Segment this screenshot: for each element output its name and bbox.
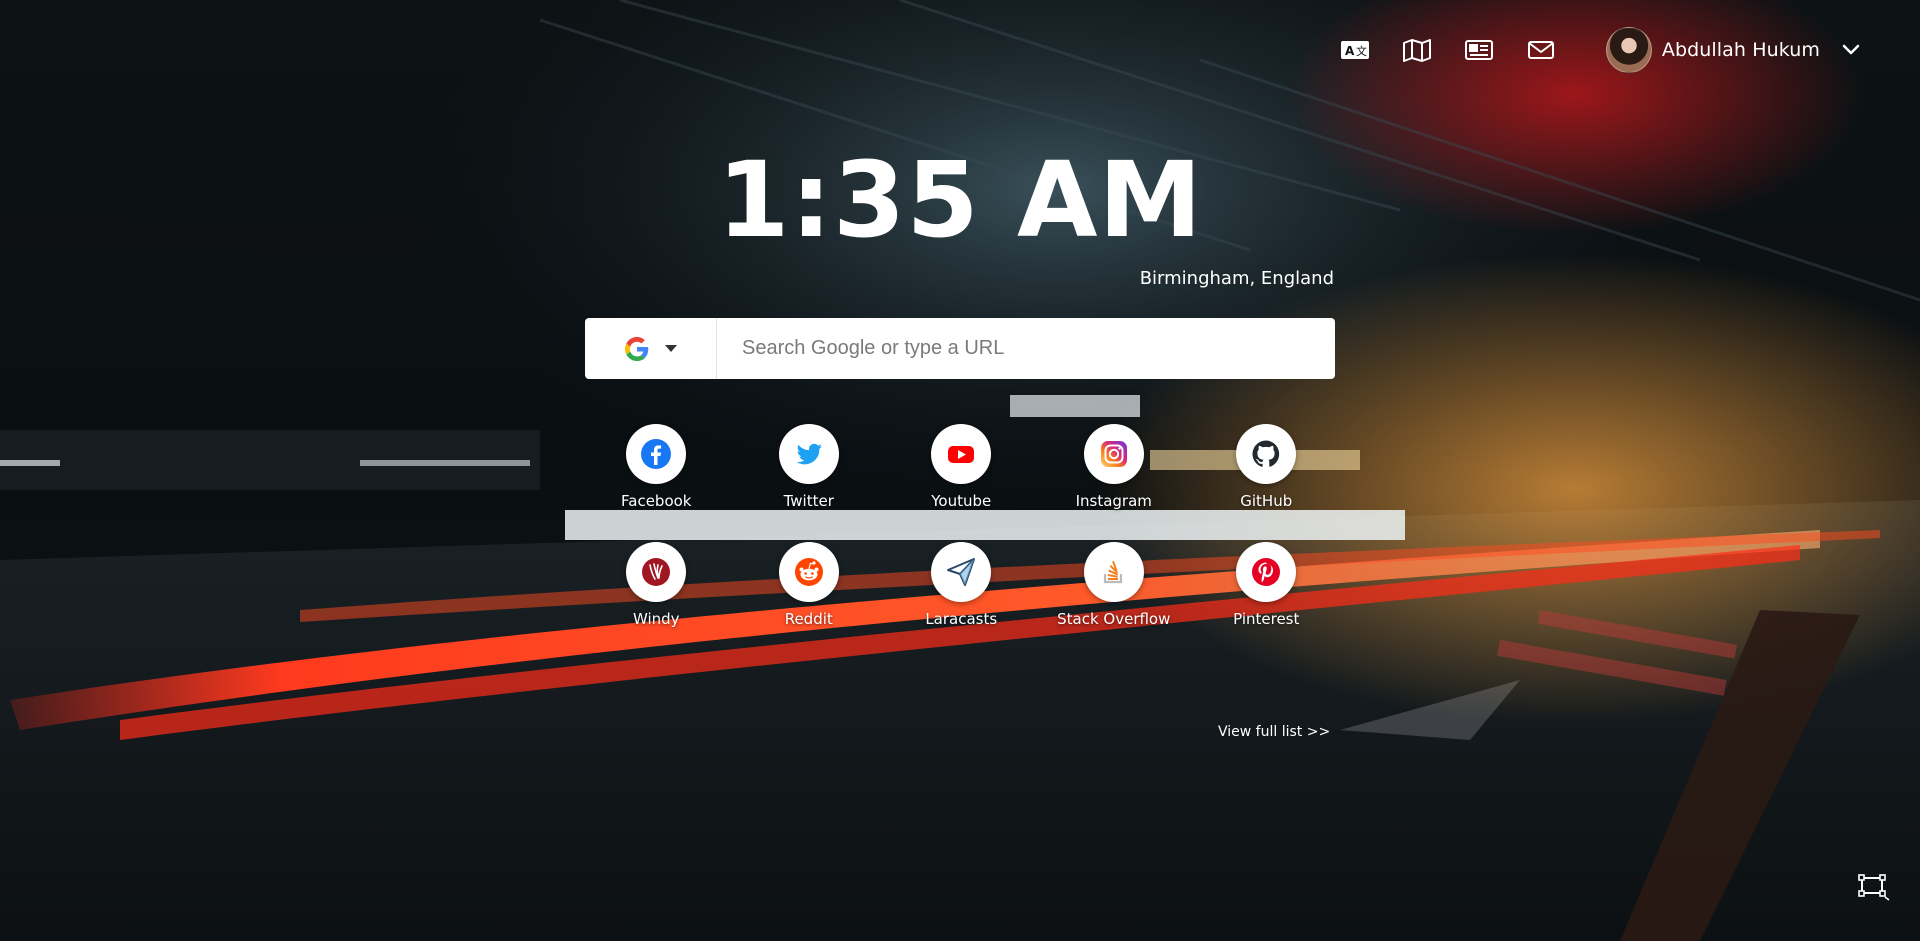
svg-text:A: A — [1345, 44, 1355, 58]
map-icon[interactable] — [1386, 28, 1448, 72]
facebook-icon — [626, 424, 687, 484]
translate-icon[interactable]: A 文 — [1324, 28, 1386, 72]
search-engine-selector[interactable] — [585, 318, 717, 379]
shortcut-grid: Facebook Twitter Youtube Instagram GitHu — [580, 424, 1350, 628]
clock-time: 1:35 AM — [717, 139, 1203, 261]
user-menu[interactable]: Abdullah Hukum — [1605, 27, 1860, 73]
shortcut-youtube[interactable]: Youtube — [885, 424, 1038, 510]
shortcut-label: Twitter — [783, 492, 834, 510]
caret-down-icon — [664, 344, 677, 352]
search-bar — [585, 318, 1335, 379]
shortcut-label: Laracasts — [925, 610, 998, 628]
shortcut-label: Facebook — [621, 492, 692, 510]
youtube-icon — [931, 424, 992, 484]
news-icon[interactable] — [1448, 28, 1510, 72]
google-icon — [624, 336, 648, 361]
screen-capture-icon[interactable] — [1858, 873, 1890, 901]
windy-icon — [626, 542, 687, 602]
shortcut-laracasts[interactable]: Laracasts — [885, 542, 1038, 628]
shortcut-label: Reddit — [784, 610, 833, 628]
reddit-icon — [778, 542, 839, 602]
stackoverflow-icon — [1083, 542, 1144, 602]
shortcut-label: GitHub — [1240, 492, 1293, 510]
shortcut-facebook[interactable]: Facebook — [580, 424, 733, 510]
pinterest-icon — [1236, 542, 1297, 602]
search-input[interactable] — [717, 318, 1335, 379]
shortcut-stackoverflow[interactable]: Stack Overflow — [1038, 542, 1191, 628]
shortcut-windy[interactable]: Windy — [580, 542, 733, 628]
mail-icon[interactable] — [1510, 28, 1572, 72]
shortcut-label: Stack Overflow — [1057, 610, 1171, 628]
shortcut-github[interactable]: GitHub — [1190, 424, 1343, 510]
view-full-list-link[interactable]: View full list >> — [1218, 724, 1330, 740]
clock-location: Birmingham, England — [1139, 268, 1334, 289]
shortcut-label: Windy — [632, 610, 680, 628]
instagram-icon — [1083, 424, 1144, 484]
shortcut-instagram[interactable]: Instagram — [1038, 424, 1191, 510]
shortcut-label: Instagram — [1075, 492, 1152, 510]
avatar — [1605, 27, 1652, 73]
laracasts-icon — [931, 542, 992, 602]
shortcut-pinterest[interactable]: Pinterest — [1190, 542, 1343, 628]
shortcut-twitter[interactable]: Twitter — [733, 424, 886, 510]
user-name: Abdullah Hukum — [1661, 39, 1820, 61]
twitter-icon — [778, 424, 839, 484]
top-navigation: A 文 Abdullah Hukum — [1324, 27, 1860, 73]
shortcut-reddit[interactable]: Reddit — [733, 542, 886, 628]
shortcut-label: Youtube — [931, 492, 992, 510]
svg-text:文: 文 — [1356, 44, 1367, 58]
github-icon — [1236, 424, 1297, 484]
chevron-down-icon[interactable] — [1842, 44, 1860, 56]
shortcut-label: Pinterest — [1233, 610, 1300, 628]
